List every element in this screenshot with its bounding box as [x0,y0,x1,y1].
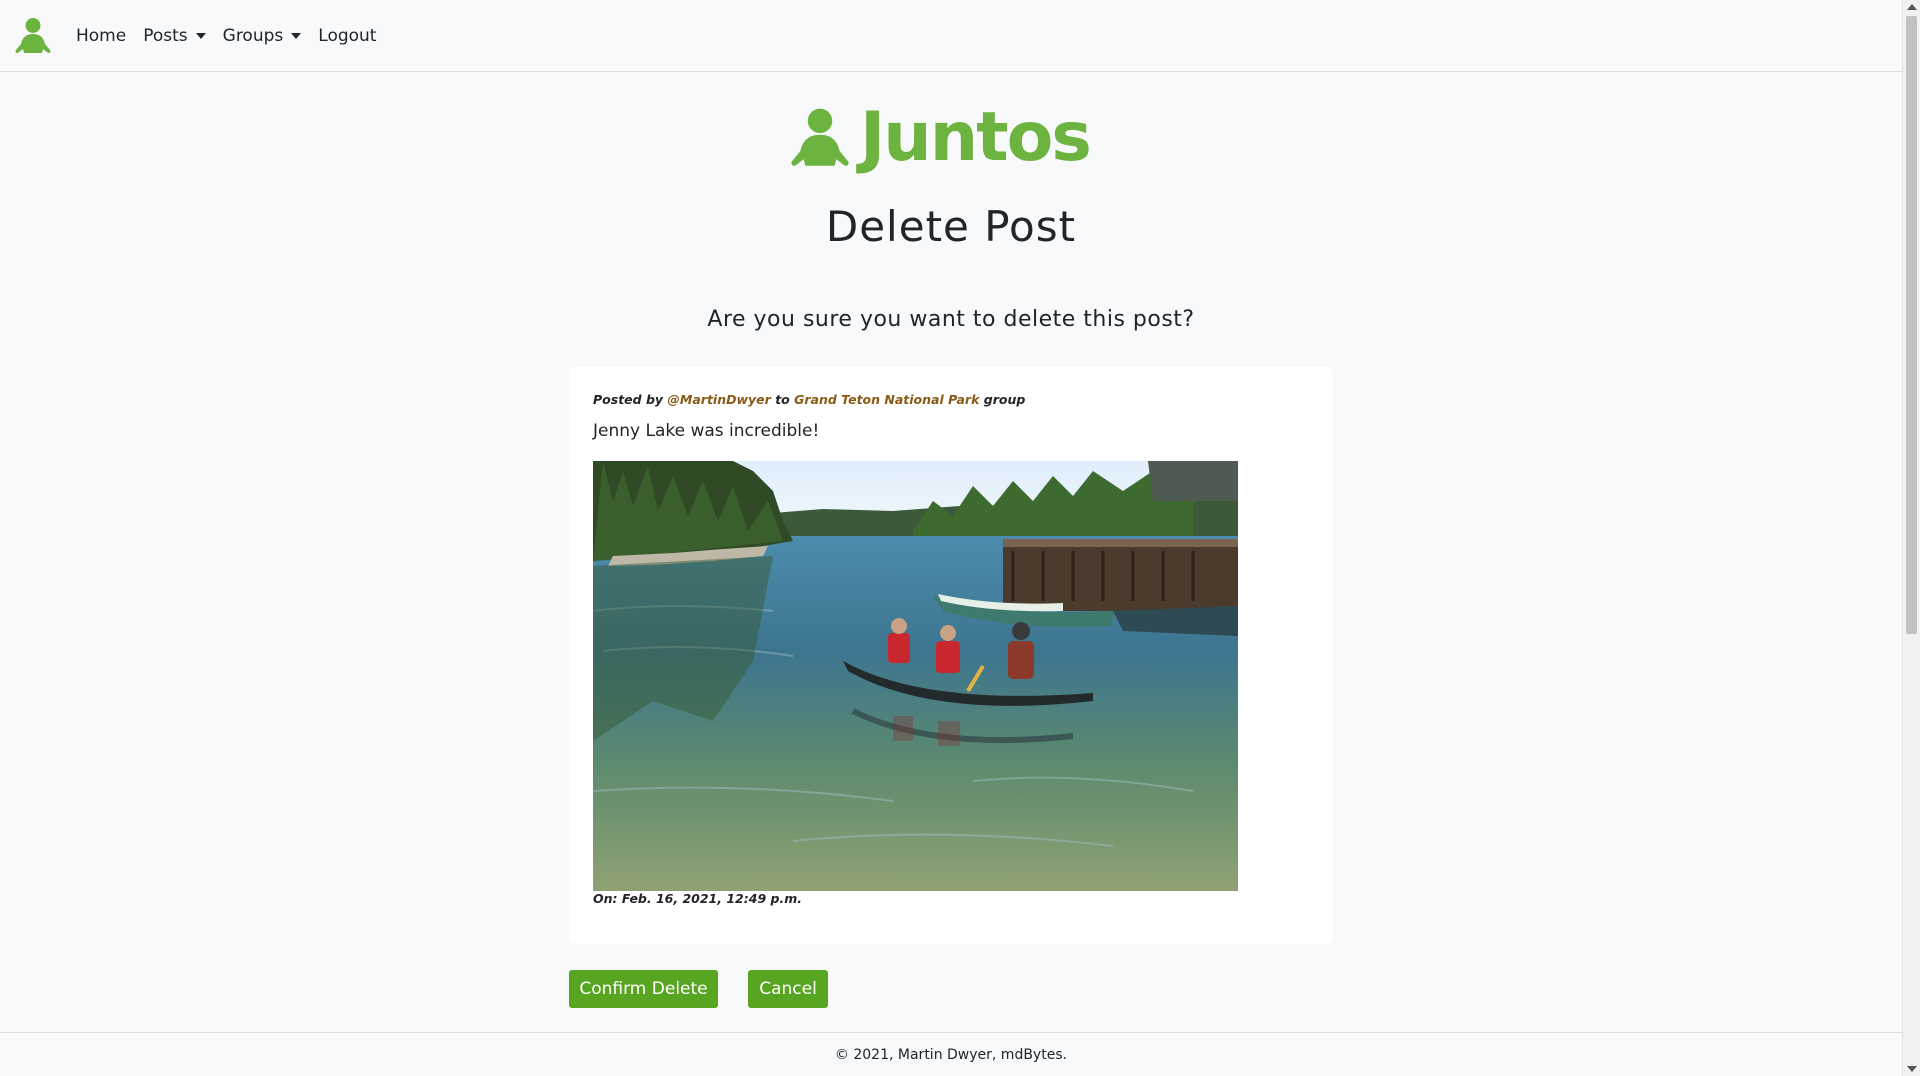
lake-photo [593,461,1238,891]
post-date: On: Feb. 16, 2021, 12:49 p.m. [593,891,802,906]
copyright-text: © 2021, Martin Dwyer, mdBytes. [834,1047,1068,1063]
logo-wordmark: Juntos [860,98,1092,177]
nav-posts-dropdown[interactable]: Posts [143,25,206,46]
cancel-button[interactable]: Cancel [748,970,828,1008]
navbar: Home Posts Groups Logout [0,0,1902,72]
nav-groups-label: Groups [222,25,284,46]
nav-logout-label: Logout [318,25,377,46]
footer: © 2021, Martin Dwyer, mdBytes. [0,1032,1902,1076]
person-icon [15,17,51,53]
post-body: Jenny Lake was incredible! [593,421,820,441]
scroll-up-arrow-icon[interactable] [1907,4,1917,10]
post-image [593,461,1238,891]
post-meta: Posted by @MartinDwyer to Grand Teton Na… [593,392,1025,407]
nav-links: Home Posts Groups Logout [76,26,393,46]
scrollbar-thumb[interactable] [1906,16,1917,634]
author-link[interactable]: @MartinDwyer [667,392,770,407]
nav-brand-logo[interactable] [14,17,52,55]
nav-logout-link[interactable]: Logout [318,26,376,46]
group-link[interactable]: Grand Teton National Park [794,392,979,407]
nav-posts-label: Posts [143,25,188,46]
caret-down-icon [291,32,302,39]
page: Home Posts Groups Logout Juntos Delete P… [0,0,1920,1076]
to-word: to [775,392,790,407]
scroll-down-arrow-icon[interactable] [1907,1066,1917,1072]
posted-by-prefix: Posted by [593,392,664,407]
nav-groups-dropdown[interactable]: Groups [223,26,302,46]
confirm-delete-button[interactable]: Confirm Delete [569,970,718,1008]
juntos-logo: Juntos [790,102,1110,174]
person-icon [791,108,849,166]
page-scrollbar[interactable] [1902,0,1920,1076]
post-card: Posted by @MartinDwyer to Grand Teton Na… [569,367,1333,944]
nav-home-link[interactable]: Home [76,26,126,46]
confirm-question: Are you sure you want to delete this pos… [707,307,1195,332]
page-title: Delete Post [825,202,1077,251]
group-suffix: group [983,392,1026,407]
caret-down-icon [195,32,206,39]
nav-home-label: Home [76,25,127,46]
